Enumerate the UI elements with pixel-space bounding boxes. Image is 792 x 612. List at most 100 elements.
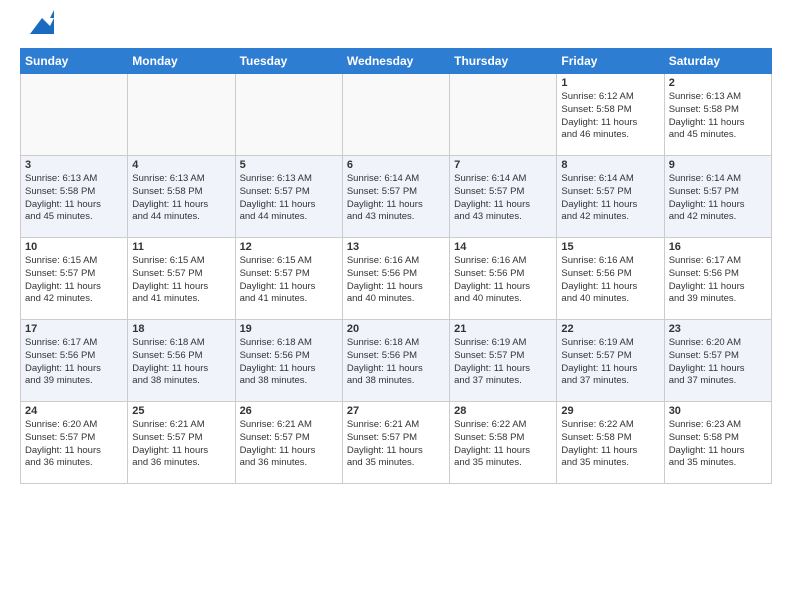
day-number: 2	[669, 77, 767, 89]
day-info: Sunrise: 6:12 AM Sunset: 5:58 PM Dayligh…	[561, 91, 659, 142]
day-number: 26	[240, 405, 338, 417]
day-info: Sunrise: 6:13 AM Sunset: 5:57 PM Dayligh…	[240, 173, 338, 224]
day-number: 1	[561, 77, 659, 89]
calendar-cell: 29 Sunrise: 6:22 AM Sunset: 5:58 PM Dayli…	[557, 402, 664, 484]
header	[20, 16, 772, 38]
day-info: Sunrise: 6:14 AM Sunset: 5:57 PM Dayligh…	[347, 173, 445, 224]
calendar-cell: 21 Sunrise: 6:19 AM Sunset: 5:57 PM Dayli…	[450, 320, 557, 402]
calendar-cell: 5 Sunrise: 6:13 AM Sunset: 5:57 PM Daylig…	[235, 156, 342, 238]
day-number: 7	[454, 159, 552, 171]
day-number: 5	[240, 159, 338, 171]
day-info: Sunrise: 6:17 AM Sunset: 5:56 PM Dayligh…	[669, 255, 767, 306]
calendar-cell: 8 Sunrise: 6:14 AM Sunset: 5:57 PM Daylig…	[557, 156, 664, 238]
calendar-week-row: 3 Sunrise: 6:13 AM Sunset: 5:58 PM Daylig…	[21, 156, 772, 238]
calendar-cell: 4 Sunrise: 6:13 AM Sunset: 5:58 PM Daylig…	[128, 156, 235, 238]
day-number: 17	[25, 323, 123, 335]
weekday-header: Tuesday	[235, 49, 342, 74]
weekday-header: Sunday	[21, 49, 128, 74]
day-number: 11	[132, 241, 230, 253]
day-info: Sunrise: 6:22 AM Sunset: 5:58 PM Dayligh…	[454, 419, 552, 470]
day-info: Sunrise: 6:13 AM Sunset: 5:58 PM Dayligh…	[25, 173, 123, 224]
day-info: Sunrise: 6:23 AM Sunset: 5:58 PM Dayligh…	[669, 419, 767, 470]
day-number: 29	[561, 405, 659, 417]
calendar-cell: 22 Sunrise: 6:19 AM Sunset: 5:57 PM Dayli…	[557, 320, 664, 402]
calendar-cell	[128, 74, 235, 156]
day-info: Sunrise: 6:15 AM Sunset: 5:57 PM Dayligh…	[25, 255, 123, 306]
day-number: 28	[454, 405, 552, 417]
calendar-cell	[235, 74, 342, 156]
day-number: 16	[669, 241, 767, 253]
day-info: Sunrise: 6:18 AM Sunset: 5:56 PM Dayligh…	[347, 337, 445, 388]
calendar-cell: 17 Sunrise: 6:17 AM Sunset: 5:56 PM Dayli…	[21, 320, 128, 402]
calendar-cell: 19Sunrise: 6:18 AM Sunset: 5:56 PM Dayli…	[235, 320, 342, 402]
day-info: Sunrise: 6:19 AM Sunset: 5:57 PM Dayligh…	[561, 337, 659, 388]
day-info: Sunrise: 6:21 AM Sunset: 5:57 PM Dayligh…	[347, 419, 445, 470]
day-number: 19	[240, 323, 338, 335]
calendar-cell: 2 Sunrise: 6:13 AM Sunset: 5:58 PM Daylig…	[664, 74, 771, 156]
day-number: 3	[25, 159, 123, 171]
day-number: 13	[347, 241, 445, 253]
day-number: 18	[132, 323, 230, 335]
day-info: Sunrise: 6:22 AM Sunset: 5:58 PM Dayligh…	[561, 419, 659, 470]
calendar-cell: 6 Sunrise: 6:14 AM Sunset: 5:57 PM Daylig…	[342, 156, 449, 238]
calendar-cell: 28 Sunrise: 6:22 AM Sunset: 5:58 PM Dayli…	[450, 402, 557, 484]
weekday-header-row: SundayMondayTuesdayWednesdayThursdayFrid…	[21, 49, 772, 74]
day-number: 27	[347, 405, 445, 417]
day-info: Sunrise: 6:19 AM Sunset: 5:57 PM Dayligh…	[454, 337, 552, 388]
calendar-cell: 26 Sunrise: 6:21 AM Sunset: 5:57 PM Dayli…	[235, 402, 342, 484]
day-number: 8	[561, 159, 659, 171]
calendar-cell	[21, 74, 128, 156]
day-info: Sunrise: 6:16 AM Sunset: 5:56 PM Dayligh…	[561, 255, 659, 306]
calendar-cell	[342, 74, 449, 156]
day-number: 9	[669, 159, 767, 171]
day-number: 20	[347, 323, 445, 335]
day-info: Sunrise: 6:16 AM Sunset: 5:56 PM Dayligh…	[347, 255, 445, 306]
day-info: Sunrise: 6:16 AM Sunset: 5:56 PM Dayligh…	[454, 255, 552, 306]
calendar-cell: 15Sunrise: 6:16 AM Sunset: 5:56 PM Dayli…	[557, 238, 664, 320]
calendar-cell: 24 Sunrise: 6:20 AM Sunset: 5:57 PM Dayli…	[21, 402, 128, 484]
day-info: Sunrise: 6:20 AM Sunset: 5:57 PM Dayligh…	[25, 419, 123, 470]
weekday-header: Wednesday	[342, 49, 449, 74]
calendar-week-row: 24 Sunrise: 6:20 AM Sunset: 5:57 PM Dayli…	[21, 402, 772, 484]
day-info: Sunrise: 6:18 AM Sunset: 5:56 PM Dayligh…	[132, 337, 230, 388]
calendar-cell: 27 Sunrise: 6:21 AM Sunset: 5:57 PM Dayli…	[342, 402, 449, 484]
calendar-cell: 14 Sunrise: 6:16 AM Sunset: 5:56 PM Dayli…	[450, 238, 557, 320]
calendar-cell: 16 Sunrise: 6:17 AM Sunset: 5:56 PM Dayli…	[664, 238, 771, 320]
day-number: 30	[669, 405, 767, 417]
calendar-cell: 23 Sunrise: 6:20 AM Sunset: 5:57 PM Dayli…	[664, 320, 771, 402]
calendar-week-row: 10 Sunrise: 6:15 AM Sunset: 5:57 PM Dayli…	[21, 238, 772, 320]
calendar-cell: 9 Sunrise: 6:14 AM Sunset: 5:57 PM Daylig…	[664, 156, 771, 238]
day-info: Sunrise: 6:14 AM Sunset: 5:57 PM Dayligh…	[454, 173, 552, 224]
day-number: 14	[454, 241, 552, 253]
day-number: 21	[454, 323, 552, 335]
weekday-header: Friday	[557, 49, 664, 74]
day-info: Sunrise: 6:15 AM Sunset: 5:57 PM Dayligh…	[240, 255, 338, 306]
calendar-week-row: 17 Sunrise: 6:17 AM Sunset: 5:56 PM Dayli…	[21, 320, 772, 402]
weekday-header: Monday	[128, 49, 235, 74]
day-info: Sunrise: 6:14 AM Sunset: 5:57 PM Dayligh…	[669, 173, 767, 224]
day-info: Sunrise: 6:21 AM Sunset: 5:57 PM Dayligh…	[132, 419, 230, 470]
calendar-cell: 11 Sunrise: 6:15 AM Sunset: 5:57 PM Dayli…	[128, 238, 235, 320]
day-info: Sunrise: 6:20 AM Sunset: 5:57 PM Dayligh…	[669, 337, 767, 388]
calendar-cell	[450, 74, 557, 156]
day-number: 25	[132, 405, 230, 417]
day-info: Sunrise: 6:15 AM Sunset: 5:57 PM Dayligh…	[132, 255, 230, 306]
day-info: Sunrise: 6:13 AM Sunset: 5:58 PM Dayligh…	[669, 91, 767, 142]
day-number: 4	[132, 159, 230, 171]
day-number: 10	[25, 241, 123, 253]
page: SundayMondayTuesdayWednesdayThursdayFrid…	[0, 0, 792, 612]
weekday-header: Thursday	[450, 49, 557, 74]
calendar-cell: 10 Sunrise: 6:15 AM Sunset: 5:57 PM Dayli…	[21, 238, 128, 320]
calendar-cell: 1 Sunrise: 6:12 AM Sunset: 5:58 PM Daylig…	[557, 74, 664, 156]
day-number: 22	[561, 323, 659, 335]
day-info: Sunrise: 6:14 AM Sunset: 5:57 PM Dayligh…	[561, 173, 659, 224]
day-number: 12	[240, 241, 338, 253]
day-info: Sunrise: 6:13 AM Sunset: 5:58 PM Dayligh…	[132, 173, 230, 224]
day-info: Sunrise: 6:21 AM Sunset: 5:57 PM Dayligh…	[240, 419, 338, 470]
day-number: 6	[347, 159, 445, 171]
day-number: 24	[25, 405, 123, 417]
day-number: 23	[669, 323, 767, 335]
logo-icon	[22, 8, 54, 38]
calendar-cell: 18 Sunrise: 6:18 AM Sunset: 5:56 PM Dayli…	[128, 320, 235, 402]
day-info: Sunrise: 6:17 AM Sunset: 5:56 PM Dayligh…	[25, 337, 123, 388]
